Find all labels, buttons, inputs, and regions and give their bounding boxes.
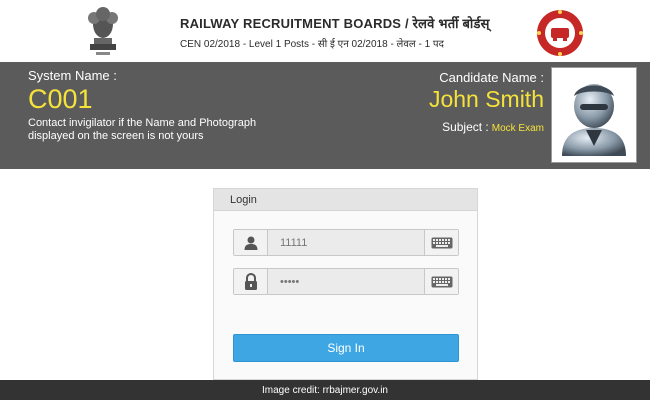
candidate-name-value: John Smith (428, 86, 544, 112)
image-credit-bar: Image credit: rrbajmer.gov.in (0, 380, 650, 400)
header-title: RAILWAY RECRUITMENT BOARDS / रेलवे भर्ती… (180, 16, 490, 31)
system-name-value: C001 (28, 84, 93, 114)
username-field-group (233, 229, 459, 256)
header-subtitle: CEN 02/2018 - Level 1 Posts - सी ई एन 02… (180, 39, 444, 50)
candidate-name-label: Candidate Name : (439, 70, 544, 85)
candidate-photo (551, 67, 637, 163)
exam-login-screen: RAILWAY RECRUITMENT BOARDS / रेलवे भर्ती… (0, 0, 650, 400)
keyboard-icon[interactable] (424, 269, 458, 294)
subject-label: Subject : (442, 120, 489, 134)
login-heading: Login (214, 189, 477, 211)
subject-row: Subject : Mock Exam (442, 120, 544, 134)
avatar-icon (562, 84, 626, 156)
keyboard-icon[interactable] (424, 230, 458, 255)
password-input[interactable] (268, 269, 424, 294)
lock-icon (234, 269, 268, 294)
user-icon (234, 230, 268, 255)
system-name-label: System Name : (28, 68, 117, 83)
password-field-group (233, 268, 459, 295)
indian-railways-logo-icon (537, 10, 583, 56)
image-credit-text: Image credit: rrbajmer.gov.in (262, 385, 388, 396)
header: RAILWAY RECRUITMENT BOARDS / रेलवे भर्ती… (0, 0, 650, 62)
sign-in-button[interactable]: Sign In (233, 334, 459, 362)
invigilator-notice: Contact invigilator if the Name and Phot… (28, 117, 257, 142)
national-emblem-icon (88, 7, 118, 55)
username-input[interactable] (268, 230, 424, 255)
subject-value: Mock Exam (491, 123, 544, 134)
login-panel: Login Sign In (213, 188, 478, 380)
